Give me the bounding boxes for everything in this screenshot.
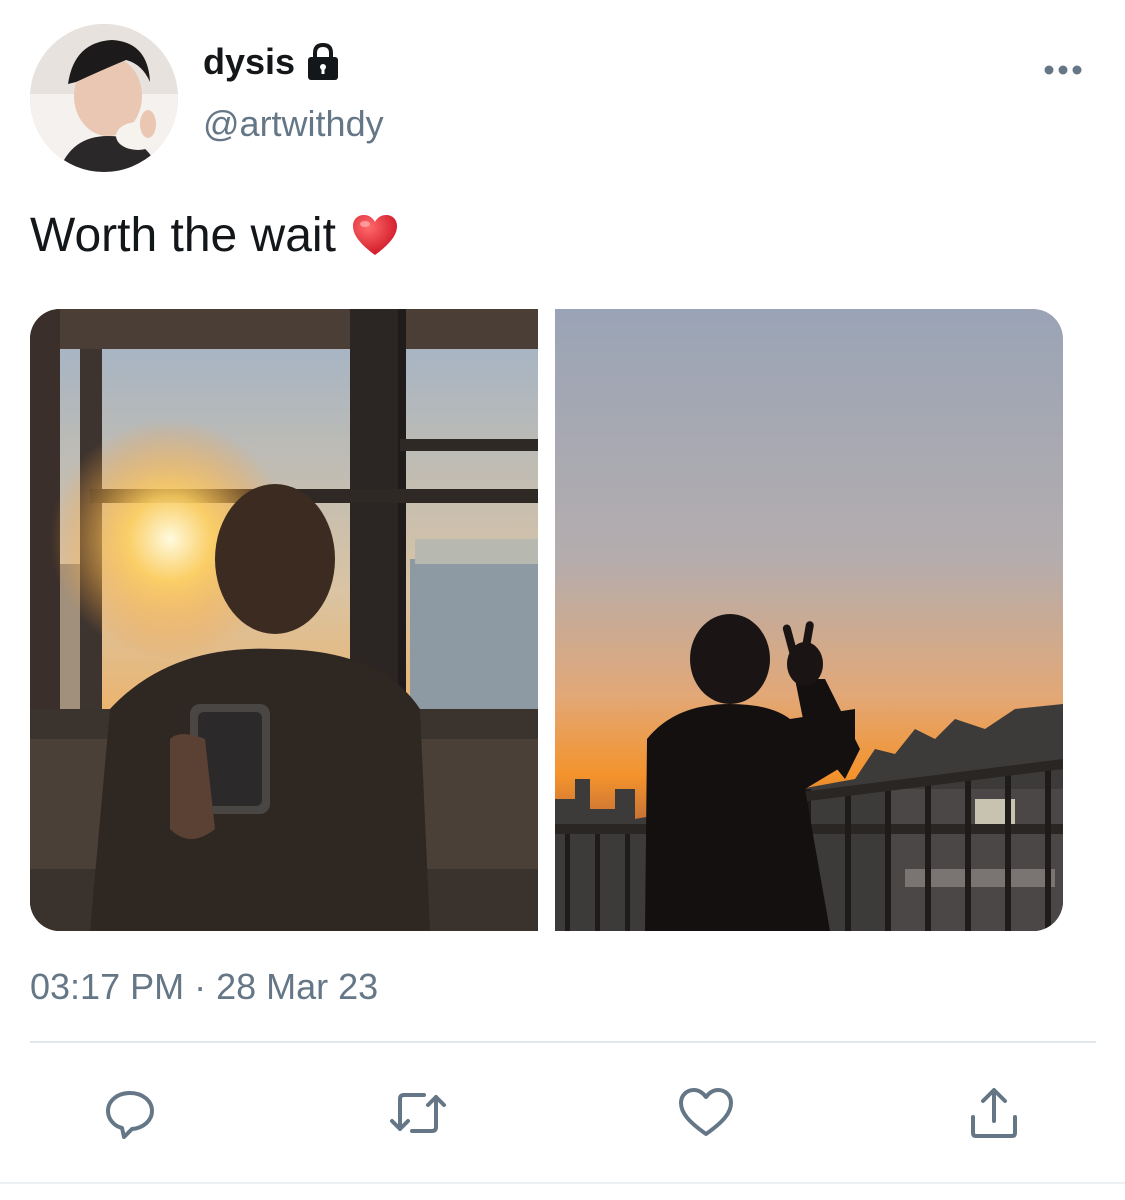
user-handle[interactable]: @artwithdy: [203, 102, 384, 146]
share-button[interactable]: [964, 1083, 1024, 1143]
reply-button[interactable]: [100, 1083, 160, 1143]
retweet-icon: [388, 1085, 448, 1141]
user-name-row: dysis: [203, 40, 341, 84]
display-name[interactable]: dysis: [203, 40, 295, 84]
bottom-divider: [0, 1182, 1125, 1184]
tweet-photo-2[interactable]: [555, 309, 1063, 931]
retweet-button[interactable]: [388, 1083, 448, 1143]
tweet-text-content: Worth the wait: [30, 209, 336, 262]
more-options-icon[interactable]: [1040, 58, 1086, 82]
divider: [30, 1041, 1096, 1043]
reply-icon: [102, 1085, 158, 1141]
tweet-text: Worth the wait: [30, 206, 400, 266]
share-icon: [967, 1085, 1021, 1141]
avatar[interactable]: [30, 24, 178, 172]
like-button[interactable]: [676, 1083, 736, 1143]
tweet-timestamp[interactable]: 03:17 PM · 28 Mar 23: [30, 964, 378, 1010]
like-icon: [677, 1086, 735, 1140]
tweet-photo-1[interactable]: [30, 309, 538, 931]
lock-icon: [305, 42, 341, 82]
heart-emoji-icon: [350, 211, 400, 261]
